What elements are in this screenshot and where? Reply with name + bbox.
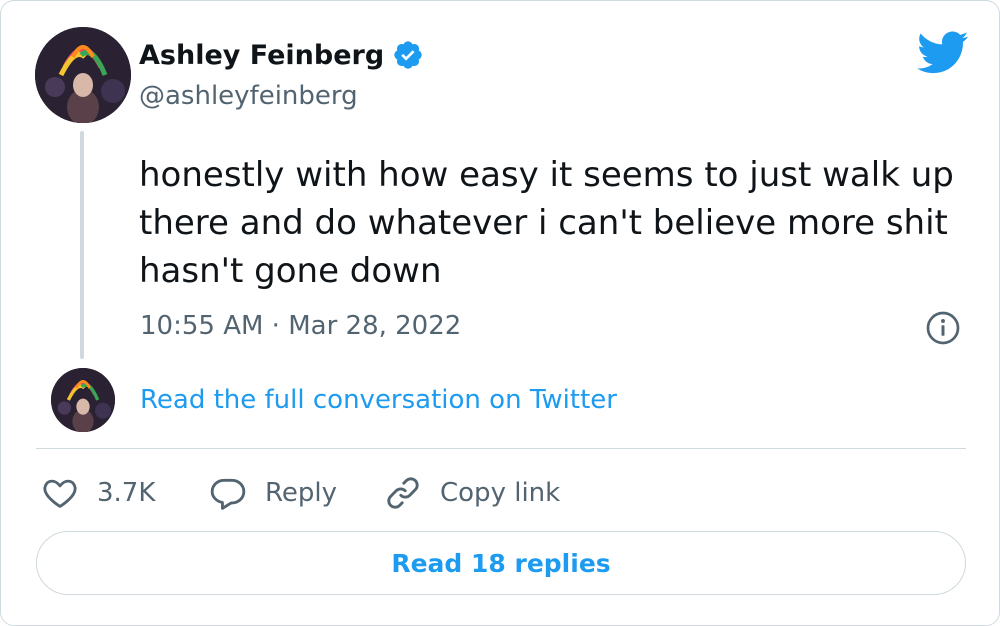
info-icon[interactable] — [925, 310, 961, 346]
copy-link-label: Copy link — [440, 478, 561, 508]
divider — [36, 448, 966, 449]
heart-icon — [43, 479, 77, 508]
tweet-embed-card: Ashley Feinberg @ashleyfeinberg honestly… — [0, 0, 1000, 626]
tweet-timestamp[interactable]: 10:55 AM · Mar 28, 2022 — [140, 311, 461, 341]
reply-avatar[interactable] — [51, 368, 115, 432]
link-icon — [387, 477, 419, 509]
twitter-bird-icon[interactable] — [917, 31, 969, 75]
speech-bubble-icon — [210, 478, 246, 510]
author-name[interactable]: Ashley Feinberg — [139, 39, 424, 71]
author-handle[interactable]: @ashleyfeinberg — [139, 81, 358, 111]
like-button[interactable]: 3.7K — [41, 471, 155, 515]
author-avatar[interactable] — [35, 27, 131, 123]
read-replies-label: Read 18 replies — [391, 548, 611, 578]
tweet-text: honestly with how easy it seems to just … — [139, 155, 954, 291]
reply-label: Reply — [265, 478, 338, 508]
author-name-text[interactable]: Ashley Feinberg — [139, 40, 384, 71]
read-full-conversation-link[interactable]: Read the full conversation on Twitter — [140, 385, 617, 415]
thread-line — [80, 131, 84, 359]
copy-link-button[interactable]: Copy link — [384, 471, 560, 515]
verified-badge-icon — [394, 41, 422, 69]
reply-button[interactable]: Reply — [209, 471, 337, 515]
read-replies-button[interactable]: Read 18 replies — [36, 531, 966, 595]
like-count: 3.7K — [97, 478, 156, 508]
